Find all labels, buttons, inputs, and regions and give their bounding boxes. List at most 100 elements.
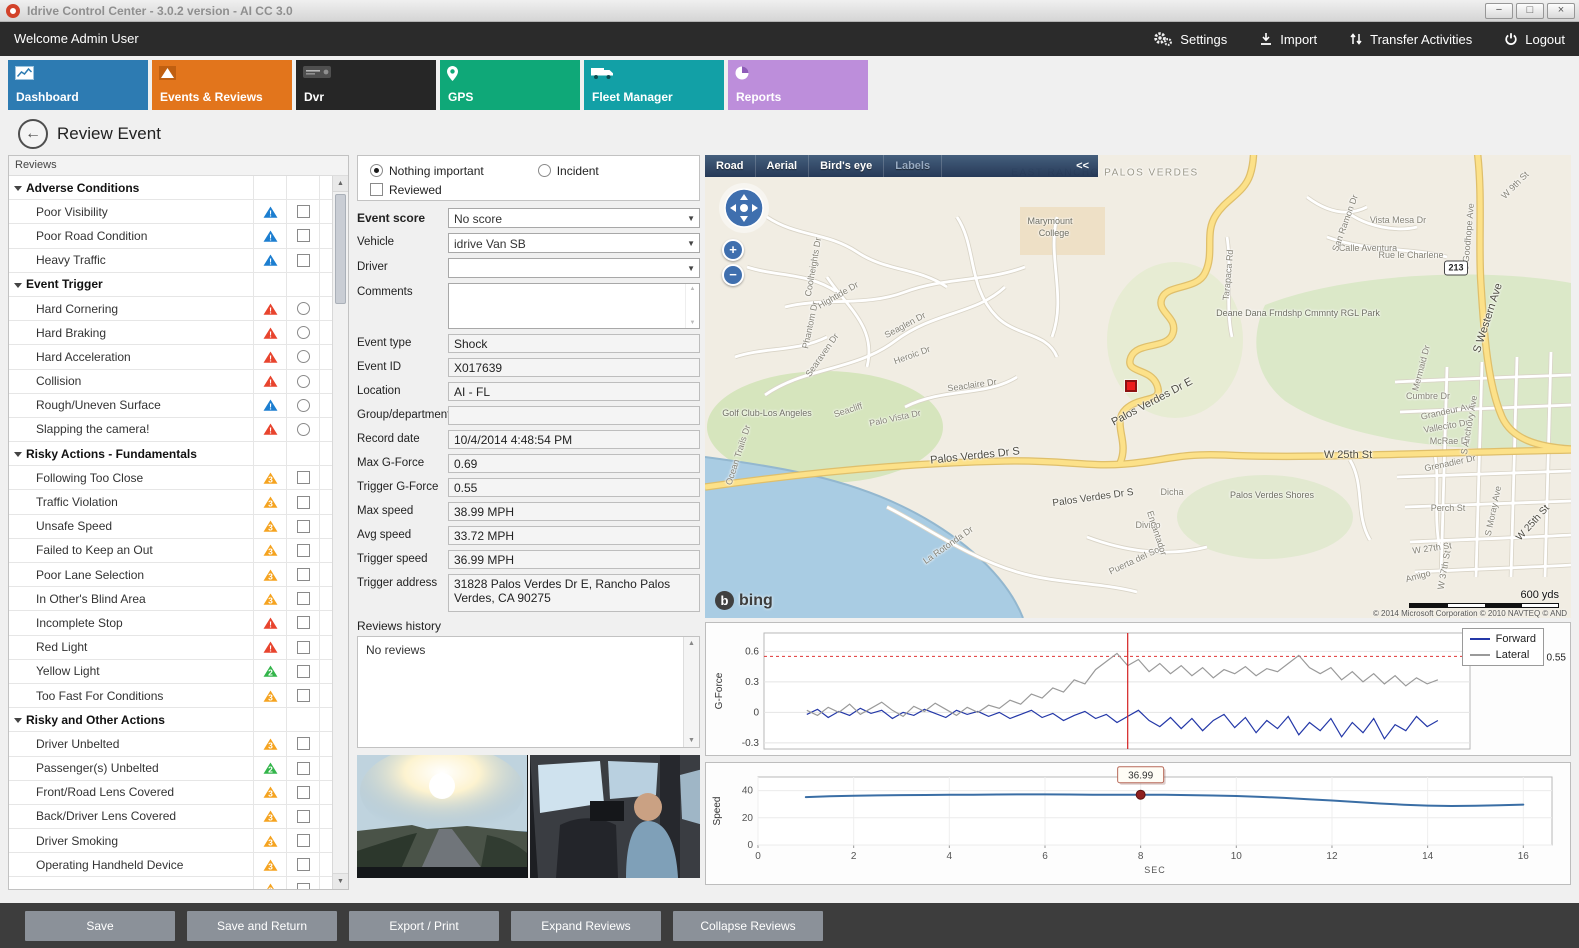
review-item-checkbox[interactable] <box>297 665 310 678</box>
gforce-plot: -0.300.30.60.55G-Force <box>706 623 1570 755</box>
map-label: Phantom Dr <box>800 300 820 349</box>
review-group-risky-actions-fundamentals[interactable]: Risky Actions - Fundamentals <box>9 442 332 466</box>
review-item-checkbox[interactable] <box>297 762 310 775</box>
comments-textarea[interactable]: ▲▼ <box>448 283 700 329</box>
map-view-aerial[interactable]: Aerial <box>756 155 810 177</box>
review-item-checkbox[interactable] <box>297 229 310 242</box>
review-item-checkbox[interactable] <box>297 568 310 581</box>
map-toolbar-collapse-button[interactable]: << <box>1067 160 1098 172</box>
review-item-checkbox[interactable] <box>297 205 310 218</box>
review-item-radio[interactable] <box>297 423 310 436</box>
video-thumbnail-front[interactable] <box>357 755 528 878</box>
reviews-scrollbar[interactable]: ▲ ▼ <box>332 176 348 889</box>
svg-text:3: 3 <box>268 523 273 533</box>
video-thumbnail-cabin[interactable] <box>530 755 701 878</box>
review-item-checkbox[interactable] <box>297 544 310 557</box>
back-button[interactable]: ← <box>18 119 48 149</box>
logout-button[interactable]: Logout <box>1504 32 1565 47</box>
zoom-in-button[interactable]: + <box>722 239 744 261</box>
record-date-value: 10/4/2014 4:48:54 PM <box>448 430 700 449</box>
review-item-checkbox[interactable] <box>297 834 310 847</box>
vehicle-select[interactable]: idrive Van SB▼ <box>448 233 700 253</box>
transfer-activities-label: Transfer Activities <box>1370 32 1472 47</box>
review-item-checkbox[interactable] <box>297 471 310 484</box>
map[interactable]: EAST RANCHO PALOS VERDESMarymountCollege… <box>705 155 1571 618</box>
reviewed-label: Reviewed <box>389 183 442 197</box>
save-button[interactable]: Save <box>25 911 175 941</box>
review-item-checkbox[interactable] <box>297 496 310 509</box>
review-item-label: Collision <box>9 374 253 388</box>
close-button[interactable]: × <box>1547 3 1575 19</box>
settings-button[interactable]: Settings <box>1152 31 1227 47</box>
map-view-bird-s-eye[interactable]: Bird's eye <box>809 155 884 177</box>
review-item-checkbox[interactable] <box>297 883 310 889</box>
svg-text:2: 2 <box>851 851 857 862</box>
import-label: Import <box>1280 32 1317 47</box>
review-item-checkbox[interactable] <box>297 592 310 605</box>
map-view-road[interactable]: Road <box>705 155 756 177</box>
save-and-return-button[interactable]: Save and Return <box>187 911 337 941</box>
review-item-checkbox[interactable] <box>297 254 310 267</box>
minimize-button[interactable]: − <box>1485 3 1513 19</box>
tab-events-reviews[interactable]: Events & Reviews <box>152 60 292 110</box>
review-group-label: Risky Actions - Fundamentals <box>9 447 253 461</box>
review-group-adverse-conditions[interactable]: Adverse Conditions <box>9 176 332 200</box>
review-item-label: Rough/Uneven Surface <box>9 398 253 412</box>
map-label: Palos Verdes Shores <box>1230 490 1314 500</box>
svg-text:!: ! <box>269 232 272 242</box>
reviewed-checkbox[interactable] <box>370 183 383 196</box>
severity-red-triangle-icon: ! <box>262 422 279 436</box>
map-view-labels[interactable]: Labels <box>884 155 942 177</box>
export-print-button[interactable]: Export / Print <box>349 911 499 941</box>
review-item-checkbox[interactable] <box>297 641 310 654</box>
tab-reports[interactable]: Reports <box>728 60 868 110</box>
review-group-label: Risky and Other Actions <box>9 713 253 727</box>
review-item-row: Heavy Traffic! <box>9 249 332 273</box>
map-compass-control[interactable] <box>718 182 770 237</box>
scroll-thumb[interactable] <box>335 194 346 304</box>
collapse-reviews-button[interactable]: Collapse Reviews <box>673 911 823 941</box>
review-item-checkbox[interactable] <box>297 786 310 799</box>
incident-radio[interactable] <box>538 164 551 177</box>
tab-dvr[interactable]: Dvr <box>296 60 436 110</box>
reviews-history-value: No reviews <box>366 643 425 657</box>
map-label: Palos Verdes Dr S <box>930 445 1021 466</box>
reports-icon <box>735 66 749 83</box>
tab-fleet-manager[interactable]: Fleet Manager <box>584 60 724 110</box>
review-item-checkbox[interactable] <box>297 689 310 702</box>
review-item-checkbox[interactable] <box>297 810 310 823</box>
review-item-checkbox[interactable] <box>297 520 310 533</box>
review-group-risky-and-other-actions[interactable]: Risky and Other Actions <box>9 708 332 732</box>
window-title: Idrive Control Center - 3.0.2 version - … <box>27 4 293 18</box>
event-score-select[interactable]: No score▼ <box>448 208 700 228</box>
tab-gps[interactable]: GPS <box>440 60 580 110</box>
review-item-radio[interactable] <box>297 326 310 339</box>
severity-red-triangle-icon: ! <box>262 302 279 316</box>
driver-select[interactable]: ▼ <box>448 258 700 278</box>
review-item-radio[interactable] <box>297 399 310 412</box>
import-button[interactable]: Import <box>1259 32 1317 47</box>
textarea-scrollbar[interactable]: ▲▼ <box>685 284 699 328</box>
review-item-radio[interactable] <box>297 302 310 315</box>
review-item-radio[interactable] <box>297 350 310 363</box>
tab-dashboard[interactable]: Dashboard <box>8 60 148 110</box>
svg-text:!: ! <box>269 329 272 339</box>
review-item-checkbox[interactable] <box>297 737 310 750</box>
transfer-activities-button[interactable]: Transfer Activities <box>1349 32 1472 47</box>
scroll-down-icon[interactable]: ▼ <box>333 873 348 889</box>
maximize-button[interactable]: □ <box>1516 3 1544 19</box>
svg-text:3: 3 <box>268 595 273 605</box>
event-location-marker[interactable] <box>1125 380 1137 392</box>
zoom-out-button[interactable]: − <box>722 264 744 286</box>
reviews-history-scrollbar[interactable]: ▲▼ <box>683 637 699 747</box>
review-item-checkbox[interactable] <box>297 616 310 629</box>
tab-label: Fleet Manager <box>592 90 673 104</box>
nothing-important-radio[interactable] <box>370 164 383 177</box>
expand-reviews-button[interactable]: Expand Reviews <box>511 911 661 941</box>
review-item-checkbox[interactable] <box>297 858 310 871</box>
review-item-radio[interactable] <box>297 375 310 388</box>
review-item-row: Poor Visibility! <box>9 200 332 224</box>
top-menu-bar: Welcome Admin User SettingsImportTransfe… <box>0 22 1579 56</box>
review-group-event-trigger[interactable]: Event Trigger <box>9 273 332 297</box>
scroll-up-icon[interactable]: ▲ <box>333 176 348 192</box>
